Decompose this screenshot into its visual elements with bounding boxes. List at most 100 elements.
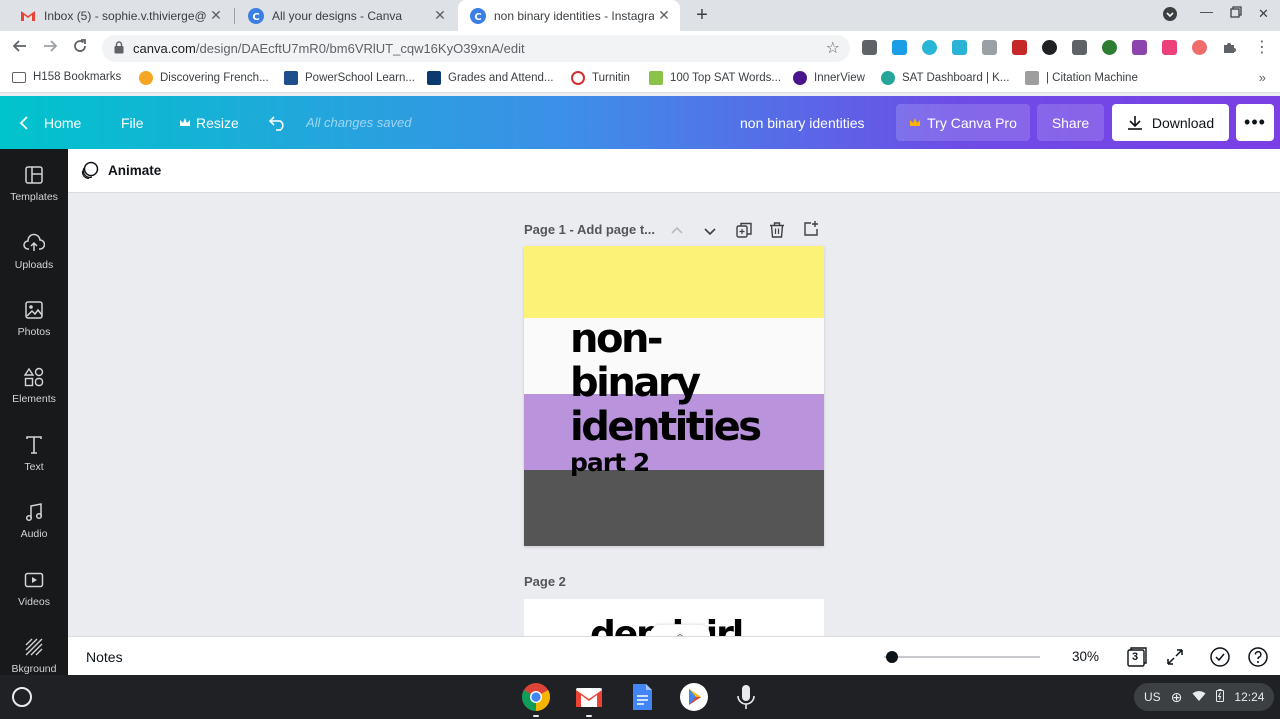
browser-tab-strip: Inbox (5) - sophie.v.thivierge@st ✕ C Al… — [0, 0, 1280, 31]
bookmark-favicon-icon — [427, 71, 441, 85]
bookmark-item[interactable]: | Citation Machine — [1025, 71, 1138, 85]
bookmarks-overflow-icon[interactable]: » — [1259, 70, 1266, 85]
check-button[interactable] — [1209, 646, 1231, 668]
tab-all-designs[interactable]: C All your designs - Canva ✕ — [236, 0, 456, 31]
sidebar-item-templates[interactable]: Templates — [0, 165, 68, 225]
close-tab-icon[interactable]: ✕ — [206, 7, 226, 24]
docs-app-icon[interactable] — [627, 682, 657, 712]
move-page-up-icon[interactable] — [668, 222, 686, 240]
animate-label: Animate — [108, 163, 162, 178]
sidebar-item-background[interactable]: Bkground — [0, 637, 68, 675]
launcher-icon[interactable] — [12, 687, 32, 707]
folder-icon — [12, 71, 26, 83]
extension-r-icon[interactable] — [862, 40, 877, 55]
undo-button[interactable] — [268, 96, 288, 149]
try-canva-pro-button[interactable]: Try Canva Pro — [896, 104, 1030, 141]
download-icon — [1127, 115, 1142, 130]
chrome-app-icon[interactable] — [521, 682, 551, 712]
bookmark-item[interactable]: InnerView — [793, 71, 865, 85]
bookmark-item[interactable]: Discovering French... — [139, 71, 269, 85]
resize-button[interactable]: Resize — [179, 96, 239, 149]
extension-fw-icon[interactable] — [1132, 40, 1147, 55]
fullscreen-button[interactable] — [1164, 646, 1186, 668]
chrome-menu-icon[interactable]: ⋮ — [1254, 37, 1270, 57]
extension-pdf-icon[interactable] — [1162, 40, 1177, 55]
address-bar[interactable]: canva.com/design/DAEcftU7mR0/bm6VRlUT_cq… — [102, 35, 850, 62]
bookmark-item[interactable]: Grades and Attend... — [427, 71, 554, 85]
close-window-icon[interactable]: ✕ — [1258, 6, 1269, 22]
reload-icon[interactable] — [70, 38, 90, 58]
duplicate-page-icon[interactable] — [735, 221, 753, 239]
design-page-1[interactable]: non- binary identities part 2 — [524, 246, 824, 546]
extension-download-icon[interactable] — [892, 40, 907, 55]
bookmark-star-icon[interactable]: ☆ — [826, 38, 840, 58]
zoom-level[interactable]: 30% — [1072, 649, 1099, 664]
sidebar-item-uploads[interactable]: Uploads — [0, 233, 68, 293]
page-2-title[interactable]: Page 2 — [524, 574, 566, 589]
zoom-slider-handle[interactable] — [886, 651, 898, 663]
move-page-down-icon[interactable] — [701, 222, 719, 240]
extension-copy-icon[interactable] — [982, 40, 997, 55]
bookmark-label: Grades and Attend... — [448, 72, 554, 84]
extension-u-icon[interactable] — [1012, 40, 1027, 55]
extensions-puzzle-icon[interactable] — [1222, 40, 1237, 55]
editor-subtoolbar: Animate — [68, 149, 1280, 193]
extension-lp-icon[interactable] — [1102, 40, 1117, 55]
forward-icon[interactable] — [40, 38, 60, 58]
share-button[interactable]: Share — [1037, 104, 1104, 141]
zoom-slider-track[interactable] — [884, 656, 1040, 658]
save-status: All changes saved — [306, 115, 412, 130]
bookmark-favicon-icon — [284, 71, 298, 85]
sidebar-item-videos[interactable]: Videos — [0, 570, 68, 630]
bookmark-item[interactable]: Turnitin — [571, 71, 630, 85]
animate-button[interactable]: Animate — [80, 161, 161, 180]
extension-record-icon[interactable] — [1192, 40, 1207, 55]
home-button[interactable]: Home — [18, 96, 81, 149]
bookmark-item[interactable]: PowerSchool Learn... — [284, 71, 415, 85]
canvas-area[interactable]: Page 1 - Add page t... non- binary ident… — [68, 193, 1280, 636]
design-text-line-2[interactable]: binary — [570, 363, 701, 403]
add-page-icon[interactable] — [802, 220, 820, 238]
delete-page-icon[interactable] — [768, 221, 786, 239]
minimize-icon[interactable]: — — [1200, 4, 1213, 19]
design-text-line-4[interactable]: part 2 — [570, 450, 650, 475]
hide-pages-toggle[interactable]: ︿ — [650, 625, 710, 636]
restore-icon[interactable] — [1230, 6, 1242, 21]
voice-recorder-app-icon[interactable] — [731, 682, 761, 712]
sidebar-item-elements[interactable]: Elements — [0, 367, 68, 427]
status-tray[interactable]: US ⊕ 12:24 — [1134, 683, 1274, 711]
extension-globe-icon[interactable] — [922, 40, 937, 55]
file-menu-button[interactable]: File — [121, 96, 144, 149]
design-text-line-3[interactable]: identities — [570, 407, 762, 447]
bookmark-item[interactable]: 100 Top SAT Words... — [649, 71, 781, 85]
sidebar-item-text[interactable]: Text — [0, 435, 68, 495]
more-options-button[interactable]: ••• — [1236, 104, 1274, 141]
close-tab-icon[interactable]: ✕ — [654, 7, 674, 24]
page-count-button[interactable]: 3 — [1126, 646, 1148, 668]
page-1-title[interactable]: Page 1 - Add page t... — [524, 222, 655, 237]
crown-icon — [180, 118, 190, 126]
bookmark-item[interactable]: SAT Dashboard | K... — [881, 71, 1009, 85]
tab-non-binary-identities[interactable]: C non binary identities - Instagram ✕ — [458, 0, 680, 31]
help-button[interactable] — [1247, 646, 1269, 668]
lock-icon — [114, 41, 124, 54]
notes-button[interactable]: Notes — [86, 649, 123, 665]
gmail-icon — [20, 8, 36, 24]
design-text-line-1[interactable]: non- — [570, 319, 664, 359]
design-title[interactable]: non binary identities — [740, 96, 865, 149]
gmail-app-icon[interactable] — [574, 682, 604, 712]
battery-icon — [1216, 689, 1225, 705]
bookmark-folder[interactable]: H158 Bookmarks — [12, 71, 121, 83]
back-icon[interactable] — [10, 38, 30, 58]
new-tab-icon[interactable]: + — [692, 4, 712, 26]
play-store-app-icon[interactable] — [679, 682, 709, 712]
extension-cloud-icon[interactable] — [952, 40, 967, 55]
download-button[interactable]: Download — [1112, 104, 1229, 141]
extension-ghost-icon[interactable] — [1042, 40, 1057, 55]
close-tab-icon[interactable]: ✕ — [430, 7, 450, 24]
tab-gmail[interactable]: Inbox (5) - sophie.v.thivierge@st ✕ — [8, 0, 232, 31]
sidebar-item-photos[interactable]: Photos — [0, 300, 68, 360]
extension-square-icon[interactable] — [1072, 40, 1087, 55]
sidebar-item-audio[interactable]: Audio — [0, 502, 68, 562]
tab-search-icon[interactable] — [1162, 6, 1178, 25]
